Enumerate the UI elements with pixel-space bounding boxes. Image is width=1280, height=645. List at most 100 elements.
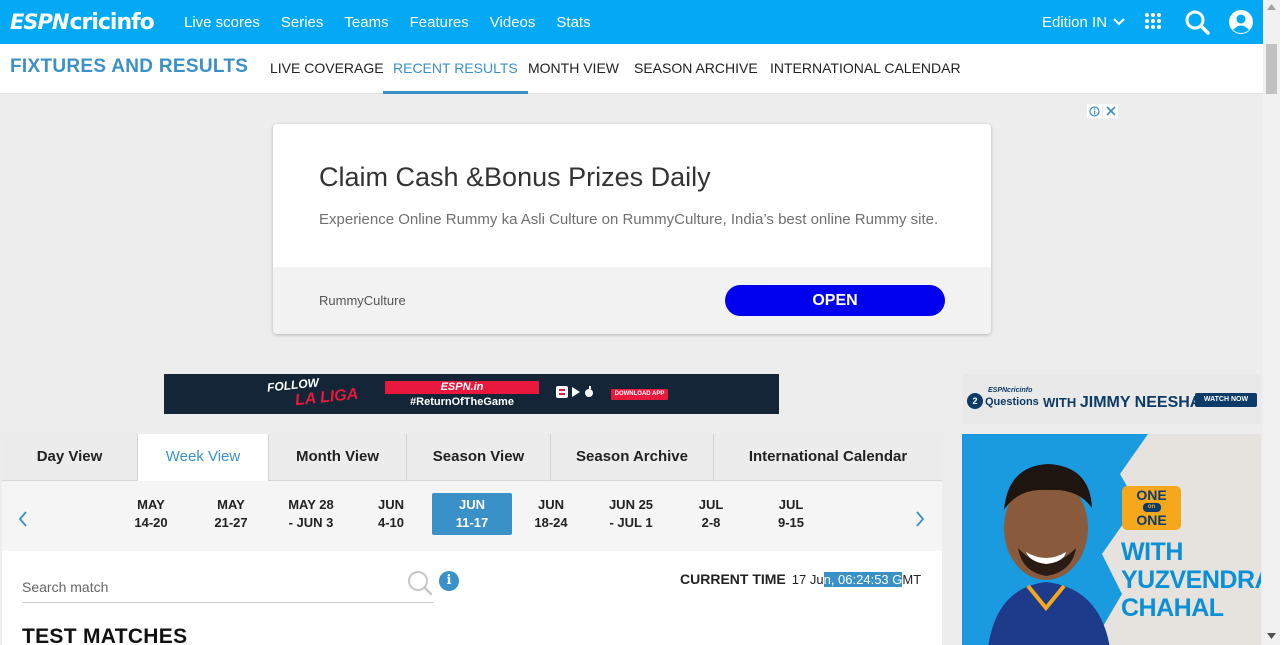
questions-with: WITH [1043,395,1077,410]
top-bar: ESPN cricinfo Live scores Series Teams F… [0,0,1263,44]
banner-download-button[interactable]: DOWNLOAD APP [611,389,668,400]
promo-last-name: CHAHAL [1121,594,1224,622]
week-item[interactable]: JUN 18-24 [511,493,591,535]
tab-live-coverage[interactable]: LIVE COVERAGE [260,44,394,94]
tab-international-calendar[interactable]: INTERNATIONAL CALENDAR [760,44,971,94]
nav-videos[interactable]: Videos [490,14,536,31]
questions-guest: WITH JIMMY NEESHAM [1043,394,1215,412]
scroll-up-icon[interactable] [1267,4,1276,10]
edition-selector[interactable]: Edition IN [1042,0,1125,44]
chevron-left-icon[interactable] [18,511,28,527]
banner-hashtag: #ReturnOfTheGame [410,396,514,408]
logo-espn-text: ESPN [10,10,69,34]
week-item[interactable]: JUL 2-8 [671,493,751,535]
questions-promo[interactable]: 2 ESPNcricinfo Questions WITH JIMMY NEES… [963,374,1261,424]
player-portrait [988,464,1110,645]
tab-month-view[interactable]: MONTH VIEW [518,44,629,94]
questions-badge: 2 [967,393,983,409]
ad-description: Experience Online Rummy ka Asli Culture … [319,211,939,228]
nav-features[interactable]: Features [410,14,469,31]
adchoices-info-icon[interactable] [1087,104,1102,118]
chevron-right-icon[interactable] [915,511,925,527]
ad-choices [1087,104,1118,118]
week-selector: MAY 14-20 MAY 21-27 MAY 28- JUN 3 JUN 4-10 … [2,481,942,551]
week-item[interactable]: MAY 21-27 [191,493,271,535]
espn-app-icon [556,386,568,398]
week-range: 21-27 [214,515,248,530]
week-item-active[interactable]: JUN 11-17 [432,493,512,535]
one-on-one-promo[interactable]: ONE on ONE WITH YUZVENDRA CHAHAL [962,434,1261,645]
laliga-banner-ad[interactable]: FOLLOW LA LIGA ESPN.in #ReturnOfTheGame … [164,374,779,414]
match-panel: i CURRENT TIME 17 Jun, 06:24:53 GMT TEST … [2,551,942,645]
logo-cricinfo-text: cricinfo [69,9,154,35]
week-month: JUL [778,497,804,512]
ad-headline: Claim Cash &Bonus Prizes Daily [319,162,711,192]
week-month: JUN [458,497,485,512]
on-text: on [1142,503,1161,512]
tab-day-view[interactable]: Day View [2,434,138,481]
section-title: TEST MATCHES [22,625,188,645]
chevron-down-icon [1113,18,1125,26]
week-range: 18-24 [534,515,568,530]
tab-season-archive[interactable]: SEASON ARCHIVE [624,44,768,94]
page-scrollbar[interactable] [1263,0,1280,645]
week-range: 9-15 [777,515,805,530]
scroll-down-icon[interactable] [1267,633,1276,639]
current-time-value-selected: n, 06:24:53 G [823,572,903,587]
espncricinfo-logo[interactable]: ESPN cricinfo [10,8,155,36]
search-match-input[interactable] [22,571,434,603]
apps-grid-icon[interactable] [1144,12,1162,30]
apple-icon [585,386,593,397]
info-icon[interactable]: i [439,571,459,591]
scrollbar-thumb[interactable] [1266,44,1277,94]
week-month: MAY [137,497,165,512]
promo-first-name: YUZVENDRA [1121,566,1261,594]
week-month: JUL [698,497,724,512]
week-item[interactable]: MAY 14-20 [111,493,191,535]
play-store-icon [572,387,580,397]
one-text-2: ONE [1136,512,1167,528]
edition-label: Edition IN [1042,13,1108,31]
questions-brand: ESPNcricinfo [988,387,1033,394]
week-item[interactable]: JUN 4-10 [351,493,431,535]
main-nav: Live scores Series Teams Features Videos… [184,0,612,44]
page-title: FIXTURES AND RESULTS [10,56,249,77]
week-range: 14-20 [134,515,168,530]
watch-now-button[interactable]: WATCH NOW [1195,393,1257,407]
week-item[interactable]: JUN 25 - JUL 1 [591,493,671,535]
tab-season-view[interactable]: Season View [407,434,551,481]
tab-recent-results[interactable]: RECENT RESULTS [383,44,528,94]
week-item[interactable]: MAY 28 - JUN 3 [271,493,351,535]
nav-live-scores[interactable]: Live scores [184,14,260,31]
banner-espn-logo: ESPN.in [385,381,539,394]
search-match-icon[interactable] [407,570,433,596]
tab-week-view[interactable]: Week View [138,434,269,481]
week-range: - JUL 1 [609,515,653,530]
one-text-1: ONE [1136,487,1167,503]
search-icon[interactable] [1185,10,1210,35]
nav-teams[interactable]: Teams [344,14,388,31]
tab-international-calendar-2[interactable]: International Calendar [714,434,942,481]
rummy-ad-card[interactable]: Claim Cash &Bonus Prizes Daily Experienc… [273,124,991,334]
tab-season-archive-2[interactable]: Season Archive [551,434,714,481]
week-item[interactable]: JUL 9-15 [751,493,831,535]
fixtures-subnav: FIXTURES AND RESULTS LIVE COVERAGE RECEN… [0,44,1263,94]
nav-stats[interactable]: Stats [556,14,590,31]
week-month: JUN [377,497,404,512]
ad-close-icon[interactable] [1103,104,1118,118]
user-icon[interactable] [1229,10,1253,34]
view-tabs: Day View Week View Month View Season Vie… [2,434,942,481]
promo-with: WITH [1121,538,1183,566]
week-month: MAY 28 [288,497,334,512]
current-time-label: CURRENT TIME [680,571,786,587]
banner-store-icons [556,386,594,398]
tab-month-view-2[interactable]: Month View [269,434,407,481]
nav-series[interactable]: Series [281,14,324,31]
week-range: 2-8 [701,515,721,530]
week-month: MAY [217,497,245,512]
ad-open-button[interactable]: OPEN [725,285,945,316]
week-range: - JUN 3 [288,515,334,530]
current-time-value-end: MT [902,572,922,587]
one-on-one-badge: ONE on ONE [1122,486,1181,530]
current-time: CURRENT TIME 17 Jun, 06:24:53 GMT [680,571,921,587]
